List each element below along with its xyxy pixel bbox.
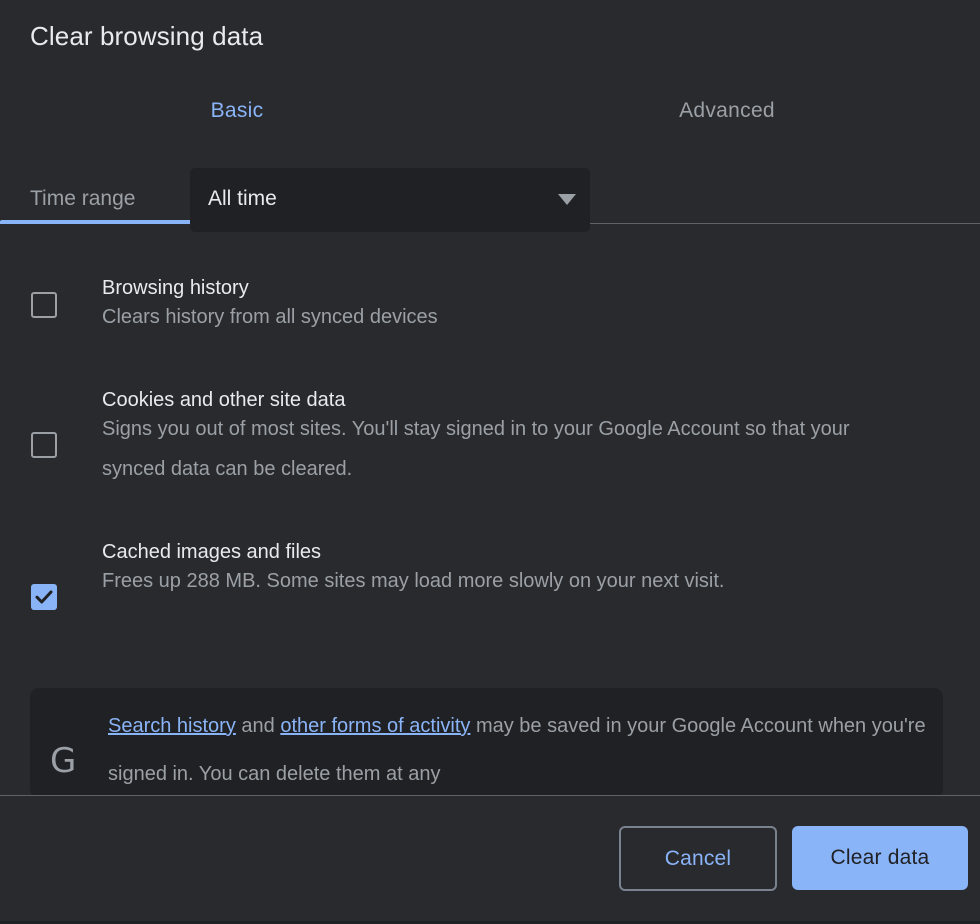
search-history-link[interactable]: Search history — [108, 715, 236, 737]
tab-basic-label: Basic — [211, 99, 264, 123]
time-range-value: All time — [208, 187, 277, 211]
time-range-row: Time range All time — [0, 168, 980, 232]
option-row-cached-images[interactable]: Cached images and files Frees up 288 MB.… — [0, 539, 980, 669]
tab-advanced-label: Advanced — [679, 99, 775, 123]
clear-data-button[interactable]: Clear data — [792, 826, 968, 890]
checkbox-browsing-history[interactable] — [31, 292, 57, 318]
dialog-body: Time range All time Browsing history Cle… — [0, 147, 980, 795]
google-account-info-card: G Search history and other forms of acti… — [30, 688, 943, 795]
tab-bar: Basic Advanced — [0, 78, 980, 147]
option-row-browsing-history[interactable]: Browsing history Clears history from all… — [0, 275, 980, 370]
cancel-button-label: Cancel — [665, 847, 732, 871]
clear-data-button-label: Clear data — [831, 846, 930, 870]
checkbox-cookies[interactable] — [31, 432, 57, 458]
info-text-between: and — [236, 715, 280, 737]
tab-advanced[interactable]: Advanced — [474, 78, 980, 143]
other-forms-of-activity-link[interactable]: other forms of activity — [280, 715, 470, 737]
time-range-select[interactable]: All time — [190, 168, 590, 232]
dialog-footer: Cancel Clear data — [0, 796, 980, 924]
cancel-button[interactable]: Cancel — [619, 826, 777, 891]
clear-browsing-data-dialog: Clear browsing data Basic Advanced Time … — [0, 0, 980, 924]
page-title: Clear browsing data — [30, 20, 263, 52]
option-description-browsing-history: Clears history from all synced devices — [102, 297, 902, 337]
checkbox-cached-images[interactable] — [31, 584, 57, 610]
chevron-down-icon — [558, 194, 576, 205]
option-row-cookies[interactable]: Cookies and other site data Signs you ou… — [0, 387, 980, 517]
option-description-cached-images: Frees up 288 MB. Some sites may load mor… — [102, 561, 902, 601]
time-range-label: Time range — [30, 187, 135, 211]
google-account-info-text: Search history and other forms of activi… — [108, 702, 928, 795]
tab-basic[interactable]: Basic — [0, 78, 474, 143]
option-description-cookies: Signs you out of most sites. You'll stay… — [102, 409, 902, 489]
google-g-icon: G — [50, 744, 76, 778]
